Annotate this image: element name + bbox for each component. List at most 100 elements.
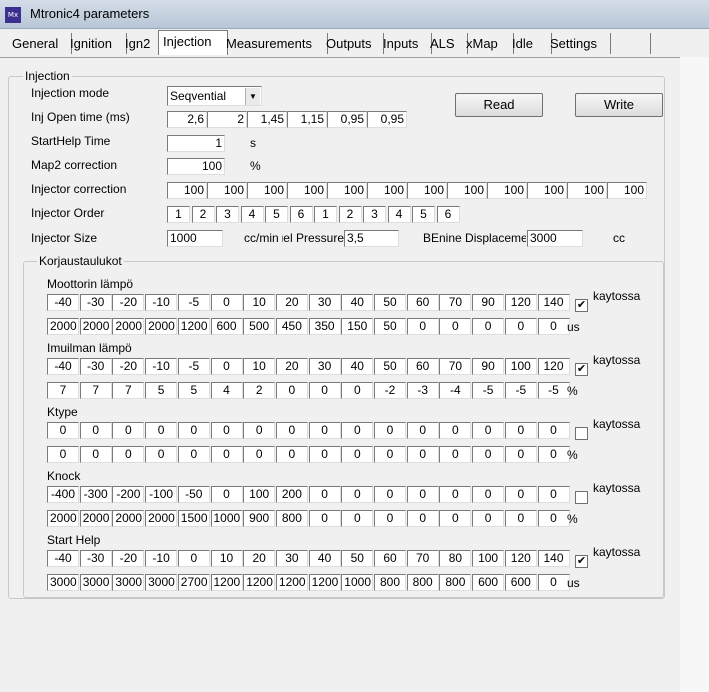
axis-cell[interactable]: 30 (275, 550, 308, 567)
axis-cell[interactable]: 140 (537, 294, 570, 311)
axis-cell[interactable]: -30 (79, 358, 112, 375)
tab-measurements[interactable]: Measurements (222, 33, 328, 54)
axis-cell[interactable]: 50 (374, 294, 406, 311)
value-cell[interactable]: 0 (177, 446, 210, 463)
axis-cell[interactable]: 90 (472, 358, 505, 375)
axis-cell[interactable]: 0 (537, 486, 570, 503)
value-cell[interactable]: 800 (439, 574, 472, 591)
axis-cell[interactable]: 0 (472, 422, 505, 439)
tab-ignition[interactable]: Ignition (66, 33, 127, 54)
value-cell[interactable]: 1200 (308, 574, 341, 591)
value-cell[interactable]: 1000 (341, 574, 374, 591)
injection-mode-select[interactable]: Seqvential ▼ (167, 86, 262, 106)
axis-cell[interactable]: -40 (47, 358, 79, 375)
injector-correction-input[interactable]: 100 (247, 182, 287, 199)
injector-correction-input[interactable]: 100 (367, 182, 407, 199)
value-cell[interactable]: 0 (275, 382, 308, 399)
value-cell[interactable]: 900 (243, 510, 276, 527)
enabled-checkbox[interactable] (575, 491, 588, 504)
value-cell[interactable]: 0 (341, 382, 374, 399)
open-time-input[interactable]: 2,6 (167, 111, 207, 128)
value-cell[interactable]: 7 (47, 382, 79, 399)
value-cell[interactable]: 0 (439, 446, 472, 463)
axis-cell[interactable]: 60 (406, 358, 439, 375)
injector-correction-input[interactable]: 100 (407, 182, 447, 199)
axis-cell[interactable]: 0 (145, 422, 178, 439)
value-cell[interactable]: 0 (145, 446, 178, 463)
value-cell[interactable]: 2000 (145, 318, 178, 335)
enabled-checkbox[interactable] (575, 427, 588, 440)
value-cell[interactable]: 3000 (47, 574, 79, 591)
axis-cell[interactable]: 0 (308, 486, 341, 503)
injector-order-input[interactable]: 1 (314, 206, 337, 223)
value-cell[interactable]: 350 (308, 318, 341, 335)
axis-cell[interactable]: 70 (439, 358, 472, 375)
injector-correction-input[interactable]: 100 (447, 182, 487, 199)
axis-cell[interactable]: -30 (79, 294, 112, 311)
axis-cell[interactable]: 0 (472, 486, 505, 503)
value-cell[interactable]: 0 (504, 446, 537, 463)
value-cell[interactable]: 2000 (47, 510, 79, 527)
axis-cell[interactable]: -30 (79, 550, 112, 567)
axis-cell[interactable]: 0 (374, 486, 406, 503)
value-cell[interactable]: 0 (537, 574, 570, 591)
value-cell[interactable]: 1000 (210, 510, 243, 527)
value-cell[interactable]: 600 (504, 574, 537, 591)
axis-cell[interactable]: 0 (406, 422, 439, 439)
injector-order-input[interactable]: 6 (436, 206, 460, 223)
axis-cell[interactable]: 100 (243, 486, 276, 503)
injector-correction-input[interactable]: 100 (287, 182, 327, 199)
value-cell[interactable]: 0 (406, 318, 439, 335)
value-cell[interactable]: 3000 (79, 574, 112, 591)
axis-cell[interactable]: 30 (308, 294, 341, 311)
value-cell[interactable]: 0 (472, 510, 505, 527)
axis-cell[interactable]: 100 (504, 358, 537, 375)
axis-cell[interactable]: 0 (504, 486, 537, 503)
value-cell[interactable]: 2700 (177, 574, 210, 591)
value-cell[interactable]: 600 (472, 574, 505, 591)
value-cell[interactable]: 0 (374, 510, 406, 527)
axis-cell[interactable]: 20 (243, 550, 276, 567)
axis-cell[interactable]: -20 (112, 358, 145, 375)
value-cell[interactable]: 0 (406, 510, 439, 527)
value-cell[interactable]: 0 (243, 446, 276, 463)
axis-cell[interactable]: 140 (537, 550, 570, 567)
axis-cell[interactable]: -20 (112, 550, 145, 567)
value-cell[interactable]: -5 (537, 382, 570, 399)
axis-cell[interactable]: 0 (47, 422, 79, 439)
tab-blank[interactable] (606, 33, 651, 54)
axis-cell[interactable]: 0 (79, 422, 112, 439)
value-cell[interactable]: 0 (341, 510, 374, 527)
axis-cell[interactable]: -200 (112, 486, 145, 503)
injector-size-input[interactable]: 1000 (167, 230, 223, 247)
axis-cell[interactable]: 0 (341, 486, 374, 503)
value-cell[interactable]: 4 (210, 382, 243, 399)
value-cell[interactable]: 2000 (145, 510, 178, 527)
value-cell[interactable]: 5 (145, 382, 178, 399)
axis-cell[interactable]: 0 (439, 422, 472, 439)
value-cell[interactable]: 0 (537, 510, 570, 527)
axis-cell[interactable]: 0 (210, 486, 243, 503)
value-cell[interactable]: 0 (341, 446, 374, 463)
open-time-input[interactable]: 2 (207, 111, 247, 128)
axis-cell[interactable]: 80 (439, 550, 472, 567)
axis-cell[interactable]: 30 (308, 358, 341, 375)
tab-settings[interactable]: Settings (546, 33, 611, 54)
value-cell[interactable]: 2000 (79, 318, 112, 335)
chevron-down-icon[interactable]: ▼ (245, 88, 260, 105)
value-cell[interactable]: 0 (504, 318, 537, 335)
injector-correction-input[interactable]: 100 (207, 182, 247, 199)
value-cell[interactable]: 0 (112, 446, 145, 463)
axis-cell[interactable]: 40 (341, 358, 374, 375)
axis-cell[interactable]: 0 (210, 358, 243, 375)
axis-cell[interactable]: 0 (341, 422, 374, 439)
injector-correction-input[interactable]: 100 (487, 182, 527, 199)
value-cell[interactable]: 7 (79, 382, 112, 399)
open-time-input[interactable]: 1,15 (287, 111, 327, 128)
value-cell[interactable]: -5 (472, 382, 505, 399)
value-cell[interactable]: 150 (341, 318, 374, 335)
axis-cell[interactable]: 60 (406, 294, 439, 311)
axis-cell[interactable]: 0 (537, 422, 570, 439)
injector-correction-input[interactable]: 100 (167, 182, 207, 199)
value-cell[interactable]: 2000 (47, 318, 79, 335)
